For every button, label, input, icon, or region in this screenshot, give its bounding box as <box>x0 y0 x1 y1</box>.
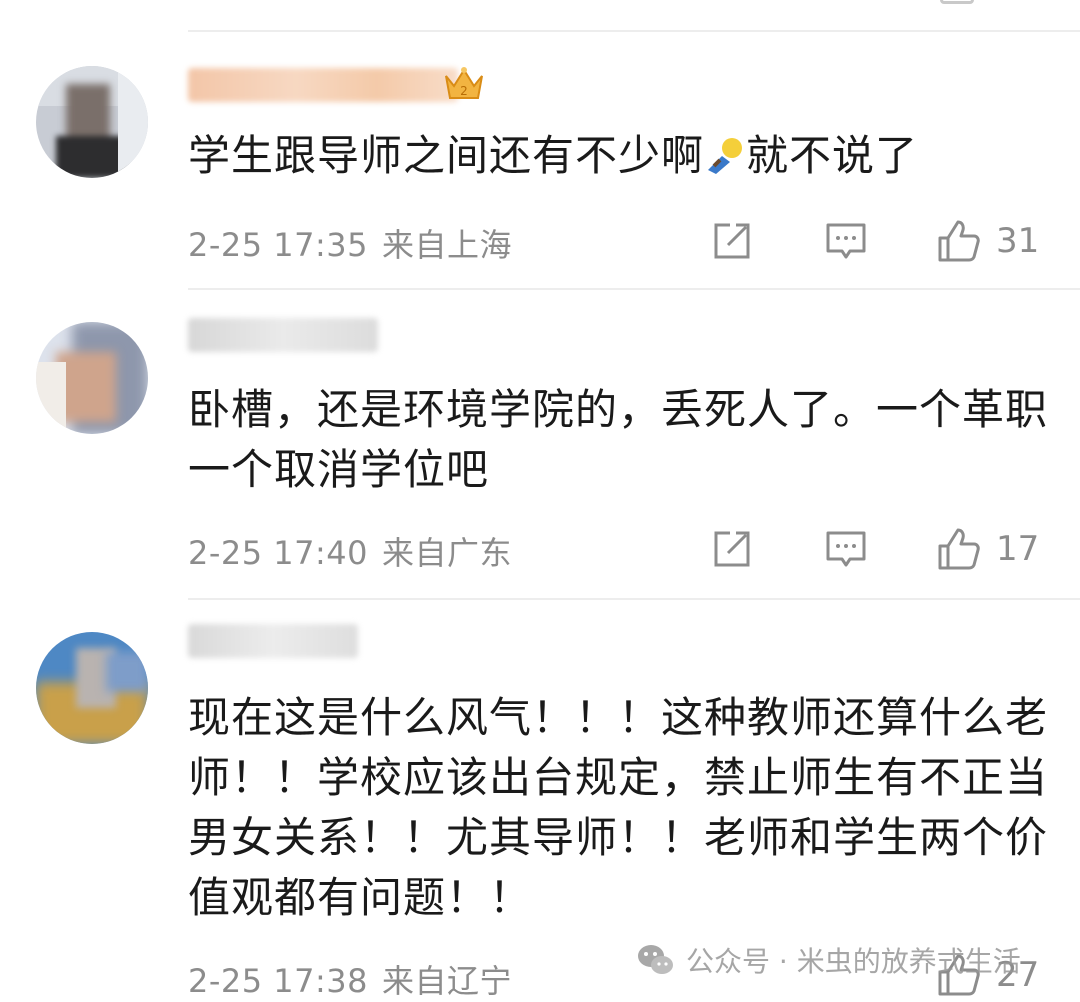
reply-button[interactable] <box>824 216 868 266</box>
like-count: 17 <box>996 529 1040 569</box>
comment-icon <box>826 223 866 259</box>
comment-text: 学生跟导师之间还有不少啊 就不说了 <box>188 126 1048 186</box>
timestamp: 2-25 17:35 <box>188 226 369 264</box>
like-button[interactable]: 17 <box>936 524 1039 574</box>
watermark-text: 公众号 · 米虫的放养式生活 <box>686 945 1021 978</box>
thumbs-up-icon <box>938 220 980 262</box>
avatar[interactable] <box>36 66 148 178</box>
timestamp: 2-25 17:40 <box>188 534 369 572</box>
divider <box>188 288 1080 290</box>
like-icon[interactable] <box>940 0 974 4</box>
like-button[interactable]: 31 <box>936 216 1039 266</box>
crown-badge-icon: 2 <box>442 64 486 104</box>
share-button[interactable] <box>710 524 754 574</box>
comment-actions: 17 <box>700 524 1060 574</box>
thumbs-up-icon <box>938 528 980 570</box>
reply-button[interactable] <box>824 524 868 574</box>
comment-list: 2 学生跟导师之间还有不少啊 就不说了 2-25 17:35 来自上海 31 卧… <box>0 0 1080 1002</box>
divider <box>188 30 1080 32</box>
comment-actions: 31 <box>700 216 1060 266</box>
svg-text:2: 2 <box>460 84 468 98</box>
wechat-icon <box>638 945 673 974</box>
share-button[interactable] <box>710 216 754 266</box>
avatar[interactable] <box>36 632 148 744</box>
comment-icon <box>826 531 866 567</box>
username[interactable] <box>188 624 358 658</box>
comment-body: 卧槽，还是环境学院的，丢死人了。一个革职一个取消学位吧 <box>188 385 1049 494</box>
username[interactable] <box>188 318 378 352</box>
like-count: 31 <box>996 221 1040 261</box>
comment-meta: 2-25 17:38 来自辽宁 <box>188 956 512 1002</box>
ip-location: 来自广东 <box>382 534 513 572</box>
previous-comment-remnant <box>0 0 1080 12</box>
comment-body: 学生跟导师之间还有不少啊 <box>188 131 705 180</box>
watermark: 公众号 · 米虫的放养式生活 <box>636 940 1021 980</box>
share-icon <box>714 223 750 259</box>
comment-meta: 2-25 17:35 来自上海 <box>188 220 512 266</box>
ip-location: 来自上海 <box>382 226 513 264</box>
comment-body-tail: 就不说了 <box>746 131 919 180</box>
timestamp: 2-25 17:38 <box>188 962 369 1000</box>
share-icon <box>714 531 750 567</box>
avatar[interactable] <box>36 322 148 434</box>
comment-body: 现在这是什么风气！！！这种教师还算什么老师！！学校应该出台规定，禁止师生有不正当… <box>188 693 1049 922</box>
comment-text: 卧槽，还是环境学院的，丢死人了。一个革职一个取消学位吧 <box>188 380 1048 500</box>
doge-emoji <box>704 132 746 174</box>
ip-location: 来自辽宁 <box>382 962 513 1000</box>
divider <box>188 598 1080 600</box>
username[interactable] <box>188 68 458 102</box>
comment-text: 现在这是什么风气！！！这种教师还算什么老师！！学校应该出台规定，禁止师生有不正当… <box>188 688 1048 928</box>
comment-meta: 2-25 17:40 来自广东 <box>188 528 512 574</box>
